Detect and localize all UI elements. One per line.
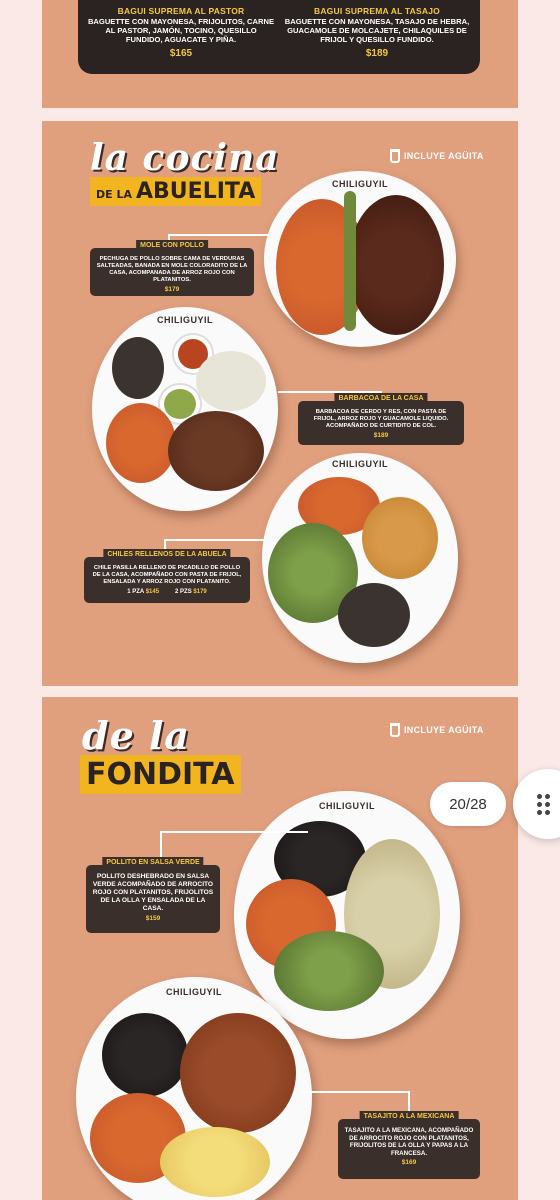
cabbage	[196, 351, 266, 411]
cup-icon	[390, 149, 400, 163]
option-price: $179	[193, 589, 207, 595]
dish-description: TASAJITO A LA MEXICANA, ACOMPAÑADO DE AR…	[344, 1127, 474, 1157]
band-big-text: FONDITA	[86, 757, 235, 792]
plate-brand: CHILIGUYIL	[166, 987, 222, 997]
band-big-text: ABUELITA	[136, 179, 256, 204]
dish-card-barbacoa: BARBACOA DE LA CASA BARBACOA DE CERDO Y …	[298, 393, 464, 445]
connector-line	[302, 1091, 410, 1093]
bagui-pastor: BAGUI SUPREMA AL PASTOR BAGUETTE CON MAY…	[86, 6, 276, 59]
dish-price: $179	[164, 286, 180, 293]
dish-price: $189	[373, 432, 389, 439]
dish-description: POLLITO DESHEBRADO EN SALSA VERDE ACOMPA…	[92, 873, 214, 912]
section-script-title: de la	[82, 713, 191, 758]
salad	[274, 931, 384, 1011]
menu-page-top: BAGUI SUPREMA AL PASTOR BAGUETTE CON MAY…	[42, 0, 518, 108]
section-script-title: la cocina	[90, 137, 280, 179]
dish-price: $165	[169, 48, 193, 59]
bagui-tasajo: BAGUI SUPREMA AL TASAJO BAGUETTE CON MAY…	[282, 6, 472, 59]
plate-barbacoa: CHILIGUYIL	[92, 307, 278, 511]
plate-pollito: CHILIGUYIL	[234, 791, 460, 1039]
rice	[106, 403, 176, 483]
bagui-card: BAGUI SUPREMA AL PASTOR BAGUETTE CON MAY…	[78, 0, 480, 74]
section-title-band: DE LA ABUELITA	[90, 177, 262, 206]
dish-title: POLLITO EN SALSA VERDE	[102, 857, 204, 868]
mole-sauce	[348, 195, 444, 335]
menu-page-abuelita: la cocina DE LA ABUELITA INCLUYE AGÜITA …	[42, 121, 518, 686]
plate-tasajito: CHILIGUYIL	[76, 977, 312, 1200]
barbacoa-meat	[168, 411, 264, 491]
menu-page-fondita: de la FONDITA INCLUYE AGÜITA CHILIGUYIL …	[42, 697, 518, 1200]
plate-mole: CHILIGUYIL	[264, 171, 456, 347]
connector-line	[160, 831, 308, 833]
chiles-rellenos	[362, 497, 438, 579]
dish-title: MOLE CON POLLO	[136, 240, 208, 251]
dish-price: $169	[401, 1159, 417, 1167]
beans	[338, 583, 410, 647]
plate-brand: CHILIGUYIL	[319, 801, 375, 811]
dish-title: BARBACOA DE LA CASA	[334, 393, 428, 404]
connector-line	[214, 234, 272, 236]
dish-title: CHILES RELLENOS DE LA ABUELA	[103, 549, 231, 560]
grid-view-button[interactable]	[513, 769, 560, 839]
option-price: $145	[145, 589, 160, 595]
dish-title: BAGUI SUPREMA AL PASTOR	[117, 6, 245, 16]
dish-card-tasajito: TASAJITO A LA MEXICANA TASAJITO A LA MEX…	[338, 1111, 480, 1179]
cup-icon	[390, 723, 400, 737]
french-fries	[160, 1127, 270, 1197]
section-title-band: FONDITA	[80, 755, 241, 794]
dish-description: BAGUETTE CON MAYONESA, FRIJOLITOS, CARNE…	[87, 17, 275, 44]
dish-card-mole: MOLE CON POLLO PECHUGA DE POLLO SOBRE CA…	[90, 240, 254, 296]
dish-title: BAGUI SUPREMA AL TASAJO	[314, 6, 440, 16]
dish-description: BARBACOA DE CERDO Y RES, CON PASTA DE FR…	[313, 409, 449, 429]
option-label: 2 PZS	[175, 589, 192, 595]
plate-brand: CHILIGUYIL	[157, 315, 213, 325]
incluye-agua-badge: INCLUYE AGÜITA	[390, 149, 484, 163]
beans	[102, 1013, 188, 1097]
dish-description: PECHUGA DE POLLO SOBRE CAMA DE VERDURAS …	[96, 256, 248, 283]
dish-title: TASAJITO A LA MEXICANA	[359, 1111, 459, 1122]
grid-dots-icon	[537, 794, 550, 815]
dish-card-pollito: POLLITO EN SALSA VERDE POLLITO DESHEBRAD…	[86, 857, 220, 933]
dish-card-chiles: CHILES RELLENOS DE LA ABUELA CHILE PASIL…	[84, 549, 250, 603]
dish-description: CHILE PASILLA RELLENO DE PICADILLO DE PO…	[92, 565, 242, 585]
plate-brand: CHILIGUYIL	[332, 459, 388, 469]
dish-description: BAGUETTE CON MAYONESA, TASAJO DE HEBRA, …	[284, 17, 470, 44]
page-counter-badge: 20/28	[430, 782, 506, 826]
tasajo-meat	[180, 1013, 296, 1133]
connector-line	[168, 234, 216, 236]
incluye-agua-badge: INCLUYE AGÜITA	[390, 723, 484, 737]
plate-brand: CHILIGUYIL	[332, 179, 388, 189]
beans	[112, 337, 164, 399]
connector-line	[164, 539, 264, 541]
band-small-text: DE LA	[96, 188, 132, 201]
dish-price: $159	[145, 915, 161, 922]
dish-prices: 1 PZA $145 2 PZS $179	[90, 589, 244, 595]
garnish	[344, 191, 356, 331]
dish-price: $189	[365, 48, 389, 59]
incluye-label: INCLUYE AGÜITA	[404, 725, 484, 735]
plate-chiles: CHILIGUYIL	[262, 453, 458, 663]
incluye-label: INCLUYE AGÜITA	[404, 151, 484, 161]
option-label: 1 PZA	[127, 589, 145, 595]
